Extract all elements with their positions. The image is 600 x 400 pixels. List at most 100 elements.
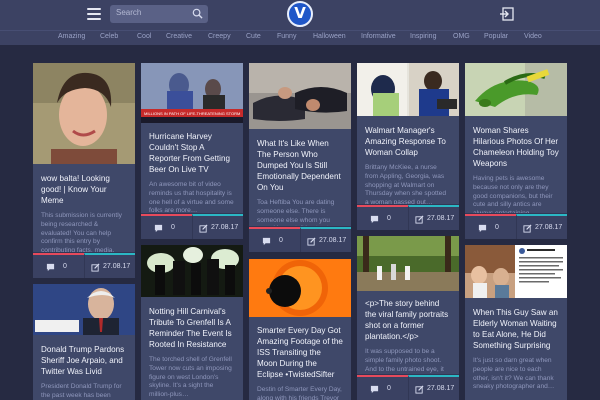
comment-icon <box>370 385 379 394</box>
article-thumbnail[interactable] <box>465 245 567 298</box>
comments-section[interactable]: 0 <box>357 375 408 400</box>
card-footer: 0 27.08.17 <box>357 204 459 230</box>
edit-icon <box>415 215 424 224</box>
comment-count: 0 <box>171 224 175 231</box>
article-excerpt: It's just so darn great when people are … <box>473 357 555 391</box>
article-thumbnail[interactable]: MILLIONS IN PATH OF LIFE-THREATENING STO… <box>141 63 243 123</box>
date-section: 27.08.17 <box>84 253 135 278</box>
comment-count: 0 <box>495 224 499 231</box>
article-title[interactable]: Donald Trump Pardons Sheriff Joe Arpaio,… <box>33 344 135 377</box>
top-bar: Search V <box>0 0 600 30</box>
article-thumbnail[interactable] <box>357 236 459 291</box>
article-title[interactable]: Hurricane Harvey Couldn't Stop A Reporte… <box>141 131 243 175</box>
date-section: 27.08.17 <box>192 214 243 239</box>
article-date: 27.08.17 <box>211 224 239 231</box>
card-footer: 0 27.08.17 <box>141 213 243 239</box>
category-creepy[interactable]: Creepy <box>208 33 231 40</box>
article-title[interactable]: Walmart Manager's Amazing Response To Wo… <box>357 125 459 158</box>
article-date: 27.08.17 <box>427 385 455 392</box>
article-excerpt: An awesome bit of video reminds us that … <box>149 181 234 215</box>
comment-icon <box>262 237 271 246</box>
edit-icon <box>199 224 208 233</box>
article-title[interactable]: Smarter Every Day Got Amazing Footage of… <box>249 325 351 380</box>
comment-count: 0 <box>387 385 391 392</box>
logo-letter: V <box>294 4 306 22</box>
article-title[interactable]: Notting Hill Carnival's Tribute To Grenf… <box>141 306 243 350</box>
site-logo[interactable]: V <box>287 1 313 27</box>
article-thumbnail[interactable] <box>33 63 135 164</box>
article-title[interactable]: When This Guy Saw an Elderly Woman Waiti… <box>465 307 567 351</box>
category-creative[interactable]: Creative <box>166 33 192 40</box>
edit-icon <box>523 224 532 233</box>
comment-icon <box>478 224 487 233</box>
article-thumbnail[interactable] <box>33 284 135 335</box>
category-cool[interactable]: Cool <box>137 33 151 40</box>
article-card[interactable]: MILLIONS IN PATH OF LIFE-THREATENING STO… <box>141 63 243 239</box>
category-inspiring[interactable]: Inspiring <box>410 33 436 40</box>
article-card[interactable]: What It's Like When The Person Who Dumpe… <box>249 63 351 252</box>
thumbnail-caption: MILLIONS IN PATH OF LIFE-THREATENING STO… <box>144 111 240 116</box>
article-title[interactable]: What It's Like When The Person Who Dumpe… <box>249 138 351 193</box>
date-section: 27.08.17 <box>516 214 567 239</box>
category-informative[interactable]: Informative <box>361 33 396 40</box>
card-footer: 0 27.08.17 <box>33 252 135 278</box>
comments-section[interactable]: 0 <box>141 214 192 239</box>
article-title[interactable]: wow balta! Looking good! | Know Your Mem… <box>33 173 135 206</box>
category-cute[interactable]: Cute <box>246 33 261 40</box>
date-section: 27.08.17 <box>408 205 459 230</box>
edit-icon <box>307 237 316 246</box>
article-thumbnail[interactable] <box>465 63 567 116</box>
search-input[interactable]: Search <box>110 5 208 23</box>
edit-icon <box>415 385 424 394</box>
card-footer: 0 27.08.17 <box>465 213 567 239</box>
comments-section[interactable]: 0 <box>33 253 84 278</box>
article-excerpt: The torched shell of Grenfell Tower now … <box>149 356 232 399</box>
article-date: 27.08.17 <box>103 263 131 270</box>
search-icon[interactable] <box>192 8 203 19</box>
login-icon[interactable] <box>500 7 514 21</box>
article-card[interactable]: wow balta! Looking good! | Know Your Mem… <box>33 63 135 278</box>
category-funny[interactable]: Funny <box>277 33 296 40</box>
article-excerpt: President Donald Trump for the past week… <box>41 383 122 399</box>
article-card[interactable]: When This Guy Saw an Elderly Woman Waiti… <box>465 245 567 400</box>
category-amazing[interactable]: Amazing <box>58 33 85 40</box>
article-card[interactable]: Notting Hill Carnival's Tribute To Grenf… <box>141 245 243 400</box>
article-thumbnail[interactable] <box>249 63 351 129</box>
article-card[interactable]: Donald Trump Pardons Sheriff Joe Arpaio,… <box>33 284 135 400</box>
article-card[interactable]: Walmart Manager's Amazing Response To Wo… <box>357 63 459 230</box>
article-card[interactable]: Woman Shares Hilarious Photos Of Her Cha… <box>465 63 567 239</box>
article-thumbnail[interactable] <box>357 63 459 116</box>
category-popular[interactable]: Popular <box>484 33 508 40</box>
article-title[interactable]: Woman Shares Hilarious Photos Of Her Cha… <box>465 125 567 169</box>
article-excerpt: Destin of Smarter Every Day, along with … <box>257 386 342 400</box>
date-section: 27.08.17 <box>408 375 459 400</box>
comments-section[interactable]: 0 <box>357 205 408 230</box>
comment-icon <box>46 263 55 272</box>
article-thumbnail[interactable] <box>249 259 351 317</box>
comments-section[interactable]: 0 <box>465 214 516 239</box>
article-title[interactable]: <p>The story behind the viral family por… <box>357 298 459 342</box>
category-celeb[interactable]: Celeb <box>100 33 118 40</box>
article-date: 27.08.17 <box>535 224 563 231</box>
search-placeholder: Search <box>116 8 142 17</box>
article-excerpt: Brittany McKiee, a nurse from Appling, G… <box>365 164 447 207</box>
category-nav: Amazing Celeb Cool Creative Creepy Cute … <box>0 30 600 45</box>
article-card[interactable]: Smarter Every Day Got Amazing Footage of… <box>249 259 351 400</box>
category-video[interactable]: Video <box>524 33 542 40</box>
category-halloween[interactable]: Halloween <box>313 33 346 40</box>
edit-icon <box>91 263 100 272</box>
card-footer: 0 27.08.17 <box>357 374 459 400</box>
article-thumbnail[interactable] <box>141 245 243 297</box>
article-card[interactable]: <p>The story behind the viral family por… <box>357 236 459 400</box>
comment-icon <box>154 224 163 233</box>
article-date: 27.08.17 <box>319 237 347 244</box>
date-section: 27.08.17 <box>300 227 351 252</box>
hamburger-menu-icon[interactable] <box>87 8 101 20</box>
comments-section[interactable]: 0 <box>249 227 300 252</box>
comment-count: 0 <box>387 215 391 222</box>
comment-count: 0 <box>63 263 67 270</box>
comment-icon <box>370 215 379 224</box>
category-omg[interactable]: OMG <box>453 33 470 40</box>
card-footer: 0 27.08.17 <box>249 226 351 252</box>
article-date: 27.08.17 <box>427 215 455 222</box>
